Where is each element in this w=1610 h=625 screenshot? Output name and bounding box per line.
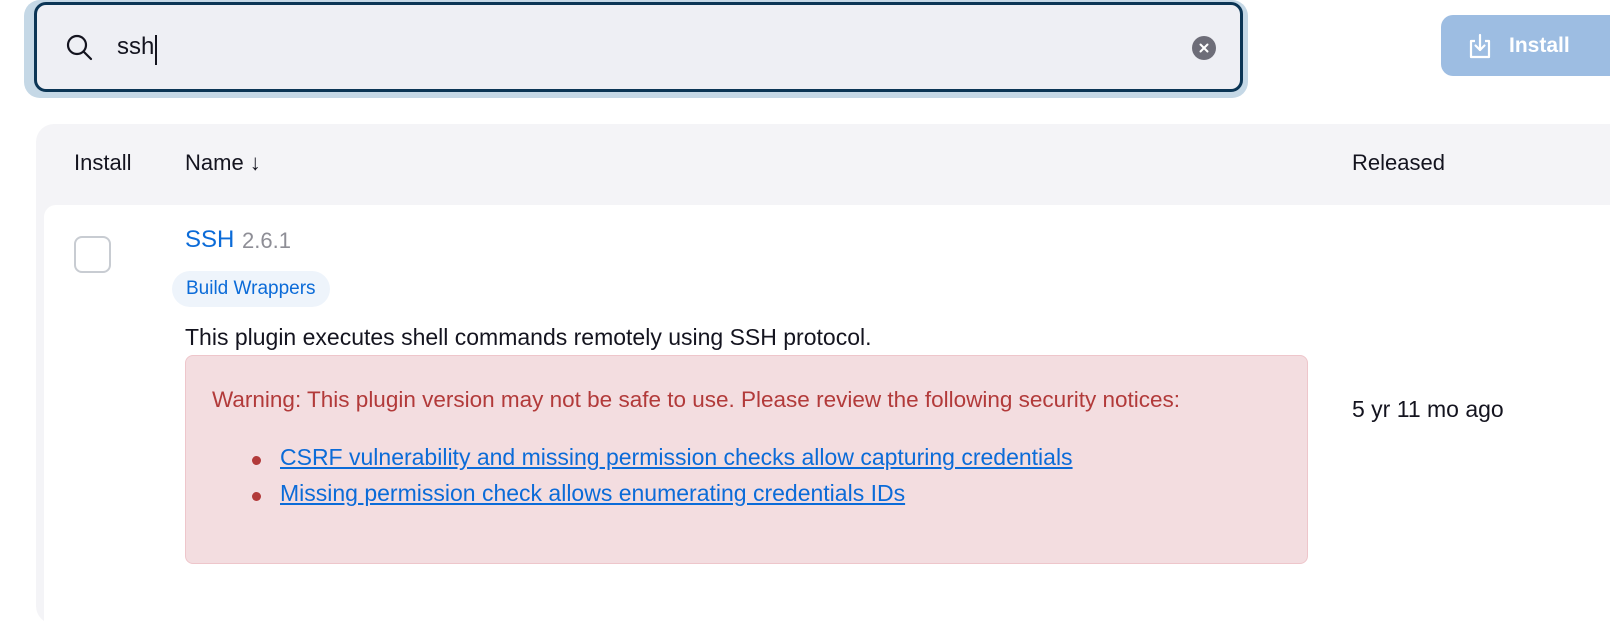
install-button[interactable]: Install [1441,15,1610,76]
security-notice-link[interactable]: Missing permission check allows enumerat… [280,480,905,507]
bullet [252,492,261,501]
plugin-version: 2.6.1 [242,228,291,253]
column-header-install: Install [74,150,132,175]
download-icon [1467,32,1493,60]
plugin-description: This plugin executes shell commands remo… [185,324,872,350]
search-input[interactable] [117,25,1117,69]
install-button-label: Install [1509,33,1570,57]
search-bar[interactable] [34,2,1243,92]
text-caret [155,35,158,65]
column-header-name[interactable]: Name ↓ [185,150,261,176]
security-notice-link[interactable]: CSRF vulnerability and missing permissio… [280,444,1073,471]
install-checkbox[interactable] [74,236,111,273]
bullet [252,456,261,465]
clear-icon[interactable] [1192,36,1216,60]
security-warning: Warning: This plugin version may not be … [185,355,1308,564]
plugin-name-link[interactable]: SSH [185,226,234,254]
released-date: 5 yr 11 mo ago [1352,396,1504,422]
warning-message: Warning: This plugin version may not be … [212,387,1180,412]
search-icon [65,33,95,63]
column-header-released[interactable]: Released [1352,150,1445,176]
category-tag[interactable]: Build Wrappers [172,271,330,307]
